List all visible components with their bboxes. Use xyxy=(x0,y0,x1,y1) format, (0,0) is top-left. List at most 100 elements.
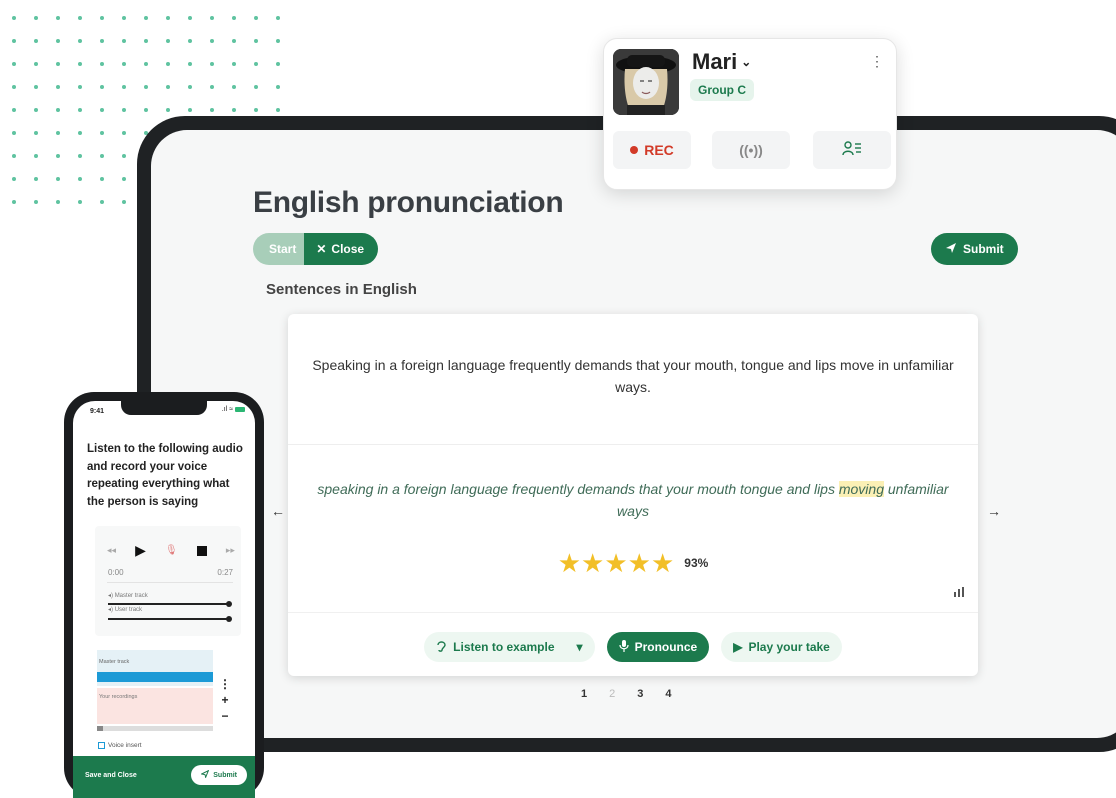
tablet-screen: English pronunciation Start ✕ Close Subm… xyxy=(151,130,1116,738)
broadcast-icon: ((•)) xyxy=(739,142,763,158)
rec-label: REC xyxy=(644,142,674,158)
tablet-device: English pronunciation Start ✕ Close Subm… xyxy=(137,116,1116,752)
time-end: 0:27 xyxy=(217,568,233,577)
play-take-button[interactable]: ▶ Play your take xyxy=(721,632,842,662)
transcript-highlight: moving xyxy=(838,481,884,497)
divider xyxy=(288,444,978,445)
play-icon[interactable]: ▶ xyxy=(135,542,146,559)
people-list-icon xyxy=(842,140,862,160)
audio-player: ◂◂ ▶ 🎙 ▸▸ 0:00 0:27 ◂) Master track ◂) U… xyxy=(95,526,241,636)
broadcast-button[interactable]: ((•)) xyxy=(712,131,790,169)
phone-notch xyxy=(121,401,207,415)
listen-example-button[interactable]: Listen to example ▾ xyxy=(424,632,595,662)
play-take-label: Play your take xyxy=(748,640,830,654)
page-1[interactable]: 1 xyxy=(581,688,587,700)
divider xyxy=(288,612,978,613)
signal-icon: .ıl xyxy=(221,406,228,413)
start-button[interactable]: Start xyxy=(253,233,305,265)
score-percent: 93% xyxy=(684,556,709,570)
star-rating: ★ ★ ★ ★ ★ 93% xyxy=(288,550,978,576)
timeline-scrollbar[interactable] xyxy=(97,726,213,731)
battery-icon xyxy=(235,406,245,412)
participants-button[interactable] xyxy=(813,131,891,169)
master-track-lane-label: Master track xyxy=(99,659,130,665)
status-time: 9:41 xyxy=(90,408,105,415)
submit-button-label: Submit xyxy=(963,242,1004,256)
zoom-out-icon[interactable]: − xyxy=(219,708,231,724)
start-close-toggle: Start ✕ Close xyxy=(253,233,379,265)
more-options-icon[interactable]: ⋮ xyxy=(219,676,231,692)
recordings-lane-label: Your recordings xyxy=(99,694,138,700)
page-3[interactable]: 3 xyxy=(637,688,643,700)
master-volume-slider[interactable] xyxy=(108,601,232,607)
send-icon xyxy=(945,242,957,257)
bar-chart-icon[interactable] xyxy=(954,586,964,600)
save-close-button[interactable]: Save and Close xyxy=(85,772,137,779)
section-label: Sentences in English xyxy=(266,281,417,298)
group-badge: Group C xyxy=(690,79,754,101)
star-icon: ★ xyxy=(604,548,628,578)
close-button-label: Close xyxy=(331,242,365,256)
sentence-text: Speaking in a foreign language frequentl… xyxy=(312,357,954,395)
voice-insert-label: Voice insert xyxy=(108,742,142,749)
phone-submit-label: Submit xyxy=(213,771,237,779)
submit-button[interactable]: Submit xyxy=(931,233,1018,265)
star-icon: ★ xyxy=(581,548,605,578)
time-start: 0:00 xyxy=(108,568,124,577)
record-dot-icon xyxy=(630,146,639,154)
user-track-label: ◂) User track xyxy=(108,607,143,613)
page-2[interactable]: 2 xyxy=(609,688,615,700)
track-editor: Master track Your recordings ⋮ + − xyxy=(95,646,241,736)
stop-icon[interactable] xyxy=(196,545,207,556)
status-icons: .ıl ≈ xyxy=(222,406,245,413)
phone-footer: Save and Close Submit xyxy=(73,756,255,798)
zoom-controls: ⋮ + − xyxy=(219,676,231,724)
pronounce-button[interactable]: Pronounce xyxy=(606,632,710,662)
player-controls: ◂◂ ▶ 🎙 ▸▸ xyxy=(107,542,235,559)
user-volume-slider[interactable] xyxy=(108,616,232,622)
instructions-text: Listen to the following audio and record… xyxy=(87,443,243,508)
transcript-text: speaking in a foreign language frequentl… xyxy=(308,478,958,522)
participant-name[interactable]: Mari ⌄ xyxy=(692,49,751,75)
phone-device: 9:41 .ıl ≈ Listen to the following audio… xyxy=(64,392,264,798)
microphone-icon xyxy=(618,639,629,655)
more-options-icon[interactable]: ⋮ xyxy=(870,53,884,70)
listen-example-label: Listen to example xyxy=(453,640,555,654)
star-icon: ★ xyxy=(627,548,651,578)
ear-icon xyxy=(436,640,447,655)
page-4[interactable]: 4 xyxy=(665,688,671,700)
master-track-waveform xyxy=(97,672,213,682)
checkbox[interactable] xyxy=(98,742,105,749)
play-icon: ▶ xyxy=(733,640,743,654)
rewind-icon[interactable]: ◂◂ xyxy=(107,545,116,556)
arrow-left-icon[interactable]: ← xyxy=(271,503,285,519)
pronounce-label: Pronounce xyxy=(634,640,698,654)
fast-forward-icon[interactable]: ▸▸ xyxy=(226,545,235,556)
chevron-down-icon[interactable]: ▾ xyxy=(577,640,583,654)
master-track-lane[interactable]: Master track xyxy=(97,650,213,686)
pagination: 1 2 3 4 xyxy=(581,688,672,700)
zoom-in-icon[interactable]: + xyxy=(219,692,231,708)
close-button[interactable]: ✕ Close xyxy=(304,233,379,265)
wifi-icon: ≈ xyxy=(229,406,234,413)
sentence-card: Speaking in a foreign language frequentl… xyxy=(288,314,978,676)
phone-submit-button[interactable]: Submit xyxy=(191,765,247,785)
chevron-down-icon: ⌄ xyxy=(741,55,752,69)
master-track-label: ◂) Master track xyxy=(108,593,148,599)
star-icon: ★ xyxy=(650,548,675,578)
phone-screen: 9:41 .ıl ≈ Listen to the following audio… xyxy=(73,401,255,798)
page-title: English pronunciation xyxy=(253,186,564,219)
microphone-icon[interactable]: 🎙 xyxy=(165,545,178,556)
recordings-lane[interactable]: Your recordings xyxy=(97,688,213,724)
participant-name-text: Mari xyxy=(692,49,738,74)
send-icon xyxy=(200,769,210,780)
close-icon: ✕ xyxy=(316,242,327,256)
action-bar: Listen to example ▾ Pronounce ▶ Play you… xyxy=(288,632,978,662)
transcript-before: speaking in a foreign language frequentl… xyxy=(317,481,839,497)
rec-button[interactable]: REC xyxy=(613,131,691,169)
voice-insert-toggle[interactable]: Voice insert xyxy=(98,742,142,749)
participant-card: Mari ⌄ Group C ⋮ REC ((•)) xyxy=(603,38,897,190)
arrow-right-icon[interactable]: → xyxy=(987,503,1001,519)
progress-line[interactable] xyxy=(107,582,233,583)
avatar xyxy=(613,49,679,115)
